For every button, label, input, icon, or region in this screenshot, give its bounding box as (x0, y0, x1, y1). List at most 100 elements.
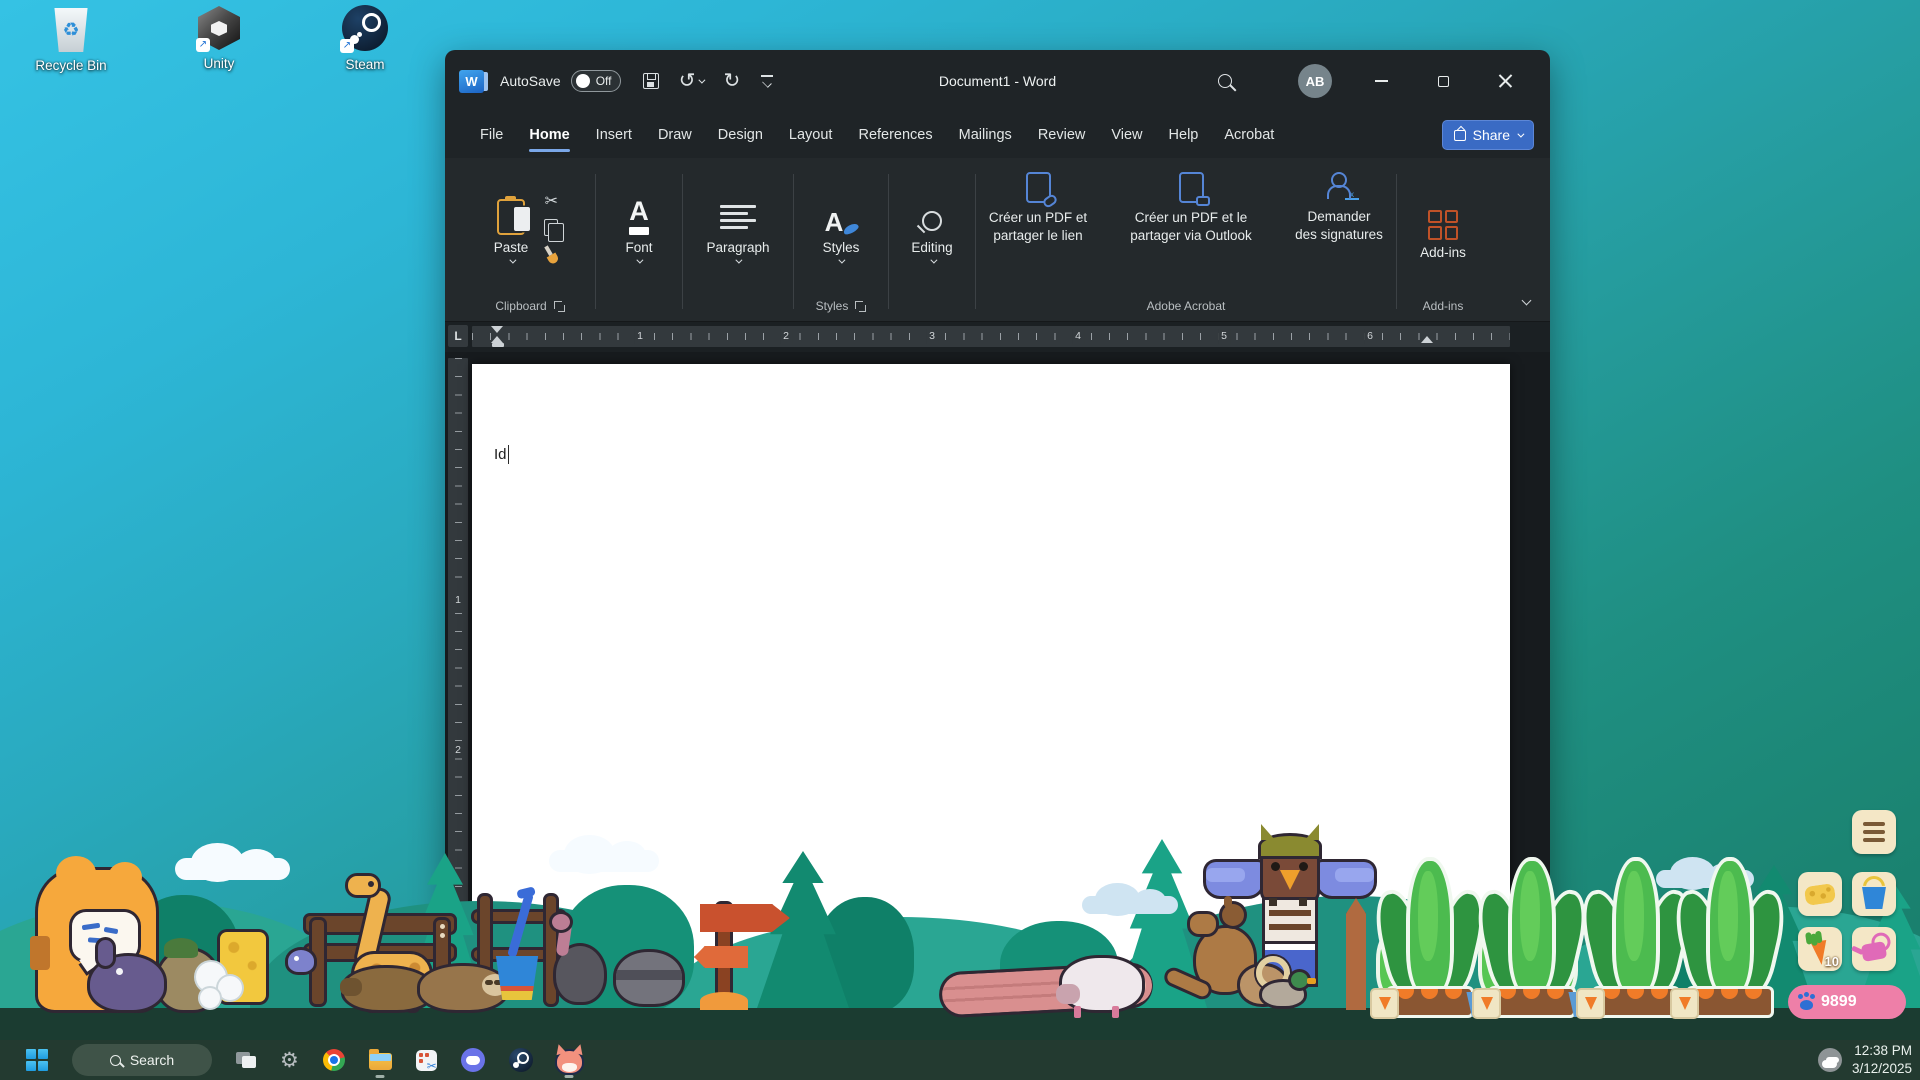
taskbar-clock[interactable]: 12:38 PM 3/12/2025 (1852, 1042, 1912, 1078)
game-menu-button[interactable] (1852, 810, 1896, 854)
tab-acrobat[interactable]: Acrobat (1211, 112, 1287, 158)
desktop-icon-recycle-bin[interactable]: ♻ Recycle Bin (18, 8, 124, 73)
totem-wing-right (1318, 862, 1374, 896)
minimize-button[interactable] (1350, 61, 1412, 101)
maximize-button[interactable] (1412, 61, 1474, 101)
addins-button[interactable]: Add-ins (1420, 200, 1466, 260)
save-button[interactable] (643, 73, 659, 89)
document-text-line[interactable]: Id (494, 445, 509, 464)
hanging-indent-marker[interactable] (491, 336, 503, 343)
fox-game-button[interactable] (557, 1040, 582, 1080)
desktop-icon-unity[interactable]: ↗ Unity (166, 6, 272, 71)
carrot-sign (1672, 990, 1697, 1017)
signature-person-icon: x (1327, 172, 1351, 202)
tray-time: 12:38 PM (1854, 1042, 1912, 1060)
create-pdf-share-link-button[interactable]: Créer un PDF etpartager le lien (977, 172, 1099, 244)
styles-group: A Styles Styles (794, 164, 888, 317)
tab-review[interactable]: Review (1025, 112, 1099, 158)
autosave-toggle[interactable]: Off (571, 70, 621, 92)
turkey (556, 946, 604, 1002)
steam-icon (509, 1048, 533, 1072)
paste-icon (497, 199, 525, 235)
chrome-icon (323, 1049, 345, 1071)
weather-icon[interactable] (1818, 1048, 1842, 1072)
share-button[interactable]: Share (1442, 120, 1534, 150)
styles-menu-button[interactable]: A Styles (823, 195, 860, 264)
styles-dialog-launcher[interactable] (855, 301, 866, 312)
system-tray: 12:38 PM 3/12/2025 (1818, 1040, 1912, 1080)
paste-button[interactable]: Paste (494, 195, 529, 264)
desktop-icon-steam[interactable]: ↗ Steam (312, 5, 418, 72)
first-line-indent-marker[interactable] (491, 326, 503, 333)
left-indent-marker[interactable] (492, 343, 504, 347)
autosave-label: AutoSave (500, 73, 561, 89)
font-menu-button[interactable]: A Font (625, 195, 652, 264)
tab-draw[interactable]: Draw (645, 112, 705, 158)
planter-box (1491, 989, 1573, 1015)
editing-menu-button[interactable]: Editing (911, 195, 952, 264)
editing-group: Editing (889, 164, 975, 317)
soap-foam (218, 976, 242, 1000)
discord-button[interactable] (461, 1040, 485, 1080)
green-hat (164, 938, 198, 958)
tab-references[interactable]: References (845, 112, 945, 158)
clipboard-group: Paste ✂ Clipboard (465, 164, 595, 317)
watering-can-tool-button[interactable] (1852, 927, 1896, 971)
account-avatar[interactable]: AB (1298, 64, 1332, 98)
text-cursor (508, 445, 510, 464)
title-bar: W AutoSave Off ↺ ↻ Document1 - Word AB (445, 50, 1550, 112)
format-painter-button[interactable] (538, 242, 564, 268)
tab-help[interactable]: Help (1156, 112, 1212, 158)
copy-button[interactable] (544, 219, 558, 236)
tab-layout[interactable]: Layout (776, 112, 846, 158)
steam-button[interactable] (509, 1040, 533, 1080)
file-explorer-button[interactable] (369, 1040, 392, 1080)
watering-can-icon (1861, 941, 1888, 962)
right-indent-marker[interactable] (1421, 336, 1433, 343)
cut-button[interactable]: ✂ (545, 194, 558, 210)
carrot-plant (1590, 859, 1682, 1011)
capybara-large (344, 968, 432, 1010)
carrot-plant (1684, 859, 1776, 1011)
tab-file[interactable]: File (467, 112, 516, 158)
horizontal-ruler[interactable]: 1 2 3 4 5 6 (472, 326, 1510, 347)
collapse-ribbon-button[interactable] (1523, 291, 1530, 309)
search-label: Search (130, 1052, 174, 1068)
sponge-tool-button[interactable] (1798, 872, 1842, 916)
close-button[interactable] (1474, 61, 1536, 101)
tab-home[interactable]: Home (516, 112, 582, 158)
hamburger-icon (1863, 822, 1885, 842)
undo-button[interactable]: ↺ (679, 71, 704, 91)
search-icon[interactable] (1194, 61, 1256, 101)
tab-mailings[interactable]: Mailings (946, 112, 1025, 158)
running-indicator (565, 1075, 574, 1078)
start-button[interactable] (26, 1040, 48, 1080)
snipping-tool-button[interactable] (416, 1040, 437, 1080)
quick-access-toolbar-menu[interactable] (760, 74, 774, 88)
carrot-tool-button[interactable]: 10 (1798, 927, 1842, 971)
paragraph-menu-button[interactable]: Paragraph (706, 195, 769, 264)
bucket-tool-button[interactable] (1852, 872, 1896, 916)
request-signatures-button[interactable]: x Demanderdes signatures (1283, 172, 1395, 243)
planter-box (1389, 989, 1471, 1015)
pdf-envelope-icon (1179, 172, 1204, 203)
clipboard-dialog-launcher[interactable] (554, 301, 565, 312)
taskbar-search[interactable]: Search (72, 1044, 212, 1076)
dirt-mound (700, 992, 748, 1010)
redo-button[interactable]: ↻ (723, 71, 740, 91)
tab-insert[interactable]: Insert (583, 112, 645, 158)
planter-box (1689, 989, 1771, 1015)
settings-button[interactable]: ⚙ (280, 1040, 299, 1080)
sheep (1062, 958, 1142, 1010)
tab-design[interactable]: Design (705, 112, 776, 158)
carrot-count: 10 (1825, 954, 1839, 969)
create-pdf-share-outlook-button[interactable]: Créer un PDF et lepartager via Outlook (1115, 172, 1267, 244)
points-value: 9899 (1821, 993, 1857, 1011)
task-view-button[interactable] (236, 1040, 256, 1080)
cloud (1082, 896, 1178, 914)
tab-stop-selector[interactable]: L (448, 325, 468, 347)
clipboard-group-label: Clipboard (495, 299, 546, 313)
font-icon: A (629, 198, 649, 235)
chrome-button[interactable] (323, 1040, 345, 1080)
tab-view[interactable]: View (1098, 112, 1155, 158)
